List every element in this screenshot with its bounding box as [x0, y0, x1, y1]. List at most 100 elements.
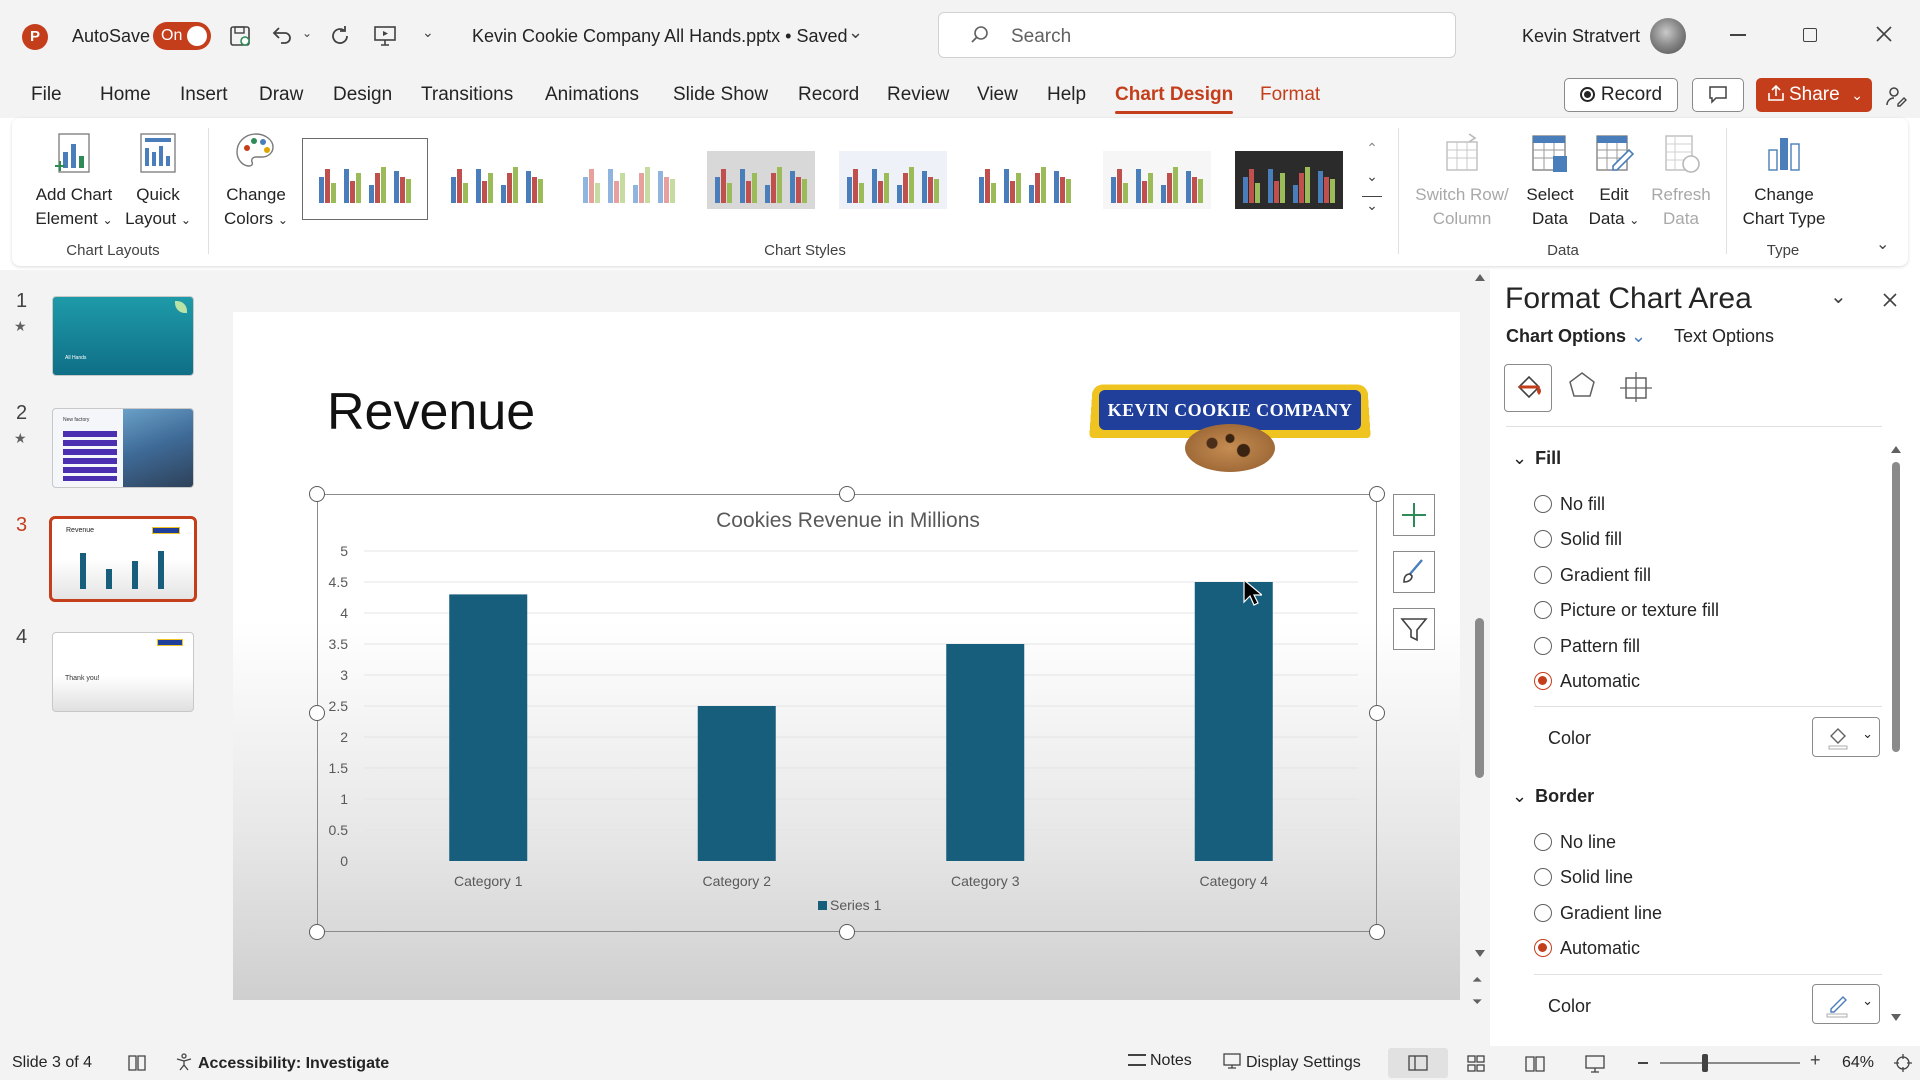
radio-gradient-line[interactable]	[1534, 904, 1552, 922]
accessibility-button[interactable]: Accessibility: Investigate	[174, 1052, 389, 1073]
resize-handle[interactable]	[309, 705, 325, 721]
notes-button[interactable]: Notes	[1128, 1052, 1192, 1070]
tab-design[interactable]: Design	[333, 84, 392, 106]
spelling-icon[interactable]	[126, 1052, 148, 1074]
label-automatic-line[interactable]: Automatic	[1560, 938, 1640, 959]
present-icon[interactable]	[372, 24, 398, 48]
slide-thumbnail-3[interactable]: Revenue	[49, 516, 197, 602]
tab-view[interactable]: View	[977, 84, 1018, 106]
tab-chart-design[interactable]: Chart Design	[1115, 84, 1234, 114]
undo-icon[interactable]	[270, 24, 294, 48]
gallery-scroll-up-icon[interactable]: ⌃	[1362, 140, 1382, 164]
comments-button[interactable]	[1692, 78, 1744, 112]
search-box[interactable]: Search	[938, 12, 1456, 58]
scroll-down-arrow-icon[interactable]	[1891, 1014, 1901, 1021]
resize-handle[interactable]	[1369, 486, 1385, 502]
radio-pattern-fill[interactable]	[1534, 637, 1552, 655]
tab-home[interactable]: Home	[100, 84, 151, 106]
tab-slide-show[interactable]: Slide Show	[673, 84, 768, 106]
pane-close-icon[interactable]	[1882, 292, 1898, 308]
avatar[interactable]	[1650, 18, 1686, 54]
tab-insert[interactable]: Insert	[180, 84, 228, 106]
slide-thumbnail-4[interactable]: Thank you!	[52, 632, 194, 712]
chart-style-7[interactable]	[1094, 138, 1220, 220]
fill-color-picker[interactable]: ⌄	[1812, 717, 1880, 757]
label-gradient-fill[interactable]: Gradient fill	[1560, 565, 1651, 586]
switch-row-column-button[interactable]: Switch Row/ Column	[1406, 130, 1518, 231]
file-title-dropdown-icon[interactable]: ⌄	[848, 22, 863, 43]
resize-handle[interactable]	[1369, 705, 1385, 721]
label-automatic-fill[interactable]: Automatic	[1560, 671, 1640, 692]
label-pattern-fill[interactable]: Pattern fill	[1560, 636, 1640, 657]
refresh-data-button[interactable]: Refresh Data	[1648, 130, 1714, 231]
slide-title[interactable]: Revenue	[327, 382, 535, 442]
pane-scrollbar[interactable]	[1888, 442, 1904, 1028]
radio-solid-line[interactable]	[1534, 868, 1552, 886]
redo-icon[interactable]	[328, 24, 352, 48]
tab-text-options[interactable]: Text Options	[1674, 326, 1774, 347]
tab-draw[interactable]: Draw	[259, 84, 303, 106]
chart-styles-button[interactable]	[1393, 551, 1435, 593]
user-name[interactable]: Kevin Stratvert	[1522, 26, 1640, 47]
gallery-scroll-down-icon[interactable]: ⌄	[1362, 168, 1382, 192]
radio-solid-fill[interactable]	[1534, 530, 1552, 548]
autosave-toggle[interactable]: On	[153, 22, 211, 50]
restore-icon[interactable]	[1803, 28, 1817, 42]
label-solid-line[interactable]: Solid line	[1560, 867, 1633, 888]
radio-automatic-line[interactable]	[1534, 939, 1552, 957]
scroll-thumb[interactable]	[1475, 618, 1484, 778]
select-data-button[interactable]: Select Data	[1520, 130, 1580, 231]
resize-handle[interactable]	[309, 924, 325, 940]
customize-toolbar-icon[interactable]: ⌄	[422, 24, 434, 41]
chart-style-1[interactable]	[302, 138, 428, 220]
border-section-header[interactable]: ⌄ Border	[1512, 786, 1594, 807]
display-settings-button[interactable]: Display Settings	[1222, 1052, 1361, 1072]
tab-record[interactable]: Record	[798, 84, 859, 106]
label-no-fill[interactable]: No fill	[1560, 494, 1605, 515]
slide-thumbnail-2[interactable]: New factory	[52, 408, 194, 488]
share-button[interactable]: Share ⌄	[1756, 78, 1872, 112]
canvas-scrollbar[interactable]: ⏶ ⏷	[1470, 270, 1488, 1018]
pane-options-chevron-icon[interactable]: ⌄	[1830, 284, 1847, 309]
chart-style-6[interactable]	[962, 138, 1088, 220]
chart-area[interactable]: Cookies Revenue in Millions 0 0.5 1 1.5 2 2.5 3…	[317, 494, 1377, 932]
chart-elements-button[interactable]	[1393, 494, 1435, 536]
reading-view-icon[interactable]	[1524, 1054, 1546, 1074]
minimize-icon[interactable]	[1730, 34, 1746, 36]
label-no-line[interactable]: No line	[1560, 832, 1616, 853]
save-icon[interactable]	[228, 24, 252, 48]
slideshow-view-icon[interactable]	[1584, 1054, 1606, 1074]
scroll-down-arrow-icon[interactable]	[1475, 950, 1485, 957]
label-picture-texture-fill[interactable]: Picture or texture fill	[1560, 600, 1719, 621]
next-slide-icon[interactable]: ⏷	[1472, 994, 1482, 1010]
size-properties-tab[interactable]	[1614, 364, 1658, 410]
chart-filters-button[interactable]	[1393, 608, 1435, 650]
undo-dropdown-icon[interactable]: ⌄	[302, 26, 312, 40]
chart-style-8[interactable]	[1226, 138, 1352, 220]
resize-handle[interactable]	[1369, 924, 1385, 940]
change-chart-type-button[interactable]: Change Chart Type	[1732, 130, 1836, 231]
chart-style-3[interactable]	[566, 138, 692, 220]
zoom-in-icon[interactable]: +	[1810, 1050, 1821, 1071]
scroll-up-arrow-icon[interactable]	[1891, 446, 1901, 453]
resize-handle[interactable]	[839, 924, 855, 940]
label-solid-fill[interactable]: Solid fill	[1560, 529, 1622, 550]
fill-section-header[interactable]: ⌄ Fill	[1512, 448, 1561, 469]
slide-sorter-icon[interactable]	[1466, 1054, 1486, 1074]
tab-format[interactable]: Format	[1260, 84, 1320, 106]
normal-view-button[interactable]	[1388, 1048, 1448, 1078]
chart-style-5[interactable]	[830, 138, 956, 220]
fit-to-window-icon[interactable]	[1892, 1052, 1914, 1074]
radio-no-fill[interactable]	[1534, 495, 1552, 513]
zoom-slider[interactable]	[1660, 1054, 1800, 1072]
quick-layout-button[interactable]: Quick Layout ⌄	[118, 130, 198, 232]
slide-thumbnail-1[interactable]: All Hands	[52, 296, 194, 376]
scroll-up-arrow-icon[interactable]	[1475, 274, 1485, 281]
tab-review[interactable]: Review	[887, 84, 949, 106]
tab-help[interactable]: Help	[1047, 84, 1086, 106]
border-color-picker[interactable]: ⌄	[1812, 984, 1880, 1024]
tab-chart-options[interactable]: Chart Options ⌄	[1506, 326, 1646, 347]
share-dropdown-icon[interactable]: ⌄	[1851, 79, 1863, 111]
fill-line-tab[interactable]	[1504, 364, 1552, 412]
tab-transitions[interactable]: Transitions	[421, 84, 513, 106]
